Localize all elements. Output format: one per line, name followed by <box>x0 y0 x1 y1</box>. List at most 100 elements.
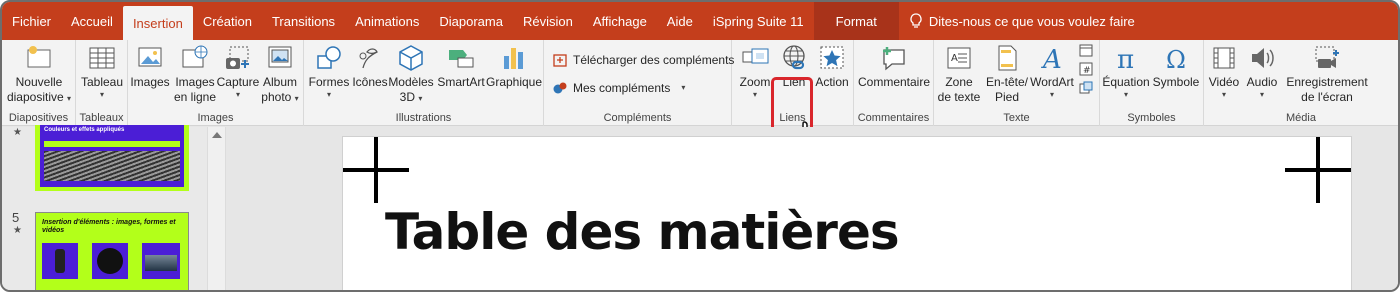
group-complements: Télécharger des compléments Mes compléme… <box>544 40 734 126</box>
shapes-icon <box>317 46 341 69</box>
icons-button[interactable]: Icônes <box>350 43 390 90</box>
group-texte: A Zone de texte En-tête/ Pied A WordArt … <box>934 40 1100 126</box>
tab-ispring[interactable]: iSpring Suite 11 <box>703 2 814 40</box>
text-box-icon: A <box>947 47 971 69</box>
tab-accueil[interactable]: Accueil <box>61 2 123 40</box>
slide-title[interactable]: Table des matières <box>385 203 900 261</box>
tab-affichage[interactable]: Affichage <box>583 2 657 40</box>
action-button[interactable]: Action <box>812 43 852 90</box>
tab-fichier[interactable]: Fichier <box>2 2 61 40</box>
speaker-icon <box>1252 48 1274 68</box>
screen-recording-label-1: Enregistrement <box>1286 75 1368 89</box>
header-footer-button[interactable]: En-tête/ Pied <box>982 43 1032 105</box>
tab-format[interactable]: Format <box>813 2 899 40</box>
group-label-symboles: Symboles <box>1127 112 1176 124</box>
current-slide[interactable]: Table des matières <box>342 136 1352 290</box>
group-label-media: Média <box>1286 112 1316 124</box>
thumbnail-scrollbar[interactable] <box>207 127 226 290</box>
header-footer-label-1: En-tête/ <box>985 75 1029 89</box>
svg-text:#: # <box>1083 66 1091 76</box>
tab-insertion[interactable]: Insertion <box>122 6 193 40</box>
capture-button[interactable]: Capture ▾ <box>216 43 260 100</box>
svg-text:A: A <box>951 53 958 64</box>
comment-icon <box>883 47 905 71</box>
chart-button[interactable]: Graphique <box>486 43 542 90</box>
equation-label: Équation <box>1102 75 1150 89</box>
my-addins-button[interactable]: Mes compléments ▾ <box>552 80 685 96</box>
object-icon[interactable] <box>1078 80 1094 96</box>
date-time-icon[interactable] <box>1078 42 1094 58</box>
omega-icon: Ω <box>1166 46 1186 72</box>
tab-diaporama[interactable]: Diaporama <box>429 2 513 40</box>
table-button[interactable]: Tableau ▾ <box>78 43 126 100</box>
tell-me-text: Dites-nous ce que vous voulez faire <box>928 13 1135 29</box>
screen-recording-icon <box>1315 46 1339 68</box>
addins-icon <box>553 82 567 94</box>
text-mini-tools: # <box>1078 42 1094 96</box>
zoom-button[interactable]: Zoom ▾ <box>734 43 776 100</box>
thumb-4-heading: Couleurs et effets appliqués <box>44 127 125 133</box>
smartart-button[interactable]: SmartArt <box>434 43 488 90</box>
comment-button[interactable]: Commentaire <box>856 43 932 90</box>
powerpoint-window: Fichier Accueil Insertion Création Trans… <box>0 0 1400 292</box>
screen-recording-button[interactable]: Enregistrement de l'écran <box>1282 43 1372 105</box>
wordart-label: WordArt <box>1030 75 1074 89</box>
tab-animations[interactable]: Animations <box>345 2 429 40</box>
group-label-images: Images <box>197 112 234 124</box>
photo-album-label-2: photo ▾ <box>261 90 299 104</box>
group-label-texte: Texte <box>1003 112 1030 124</box>
wordart-button[interactable]: A WordArt ▾ <box>1028 43 1076 100</box>
icons-label: Icônes <box>352 75 388 89</box>
tab-creation[interactable]: Création <box>193 2 262 40</box>
thumb-5-image-3 <box>142 243 180 279</box>
images-label: Images <box>130 75 170 89</box>
smartart-icon <box>449 50 474 68</box>
zoom-icon <box>742 48 769 64</box>
chart-icon <box>504 48 523 69</box>
group-symboles: π Équation ▾ Ω Symbole Symboles <box>1100 40 1204 126</box>
comment-label: Commentaire <box>857 75 931 89</box>
group-illustrations: Formes ▾ Icônes Modèles 3D ▾ SmartArt Gr… <box>304 40 544 126</box>
smartart-label: SmartArt <box>437 75 485 89</box>
online-images-button[interactable]: Images en ligne <box>172 43 218 105</box>
new-slide-label-2: diapositive ▾ <box>6 90 72 104</box>
slide-thumbnail-5[interactable]: Insertion d'éléments : images, formes et… <box>35 212 189 290</box>
thumb-4-background: Couleurs et effets appliqués <box>40 125 184 187</box>
audio-label: Audio <box>1246 75 1278 89</box>
tab-revision[interactable]: Révision <box>513 2 583 40</box>
thumb-5-image-1 <box>42 243 78 279</box>
3d-models-button[interactable]: Modèles 3D ▾ <box>388 43 434 105</box>
group-label-diapositives: Diapositives <box>8 112 69 124</box>
tell-me-box[interactable]: Dites-nous ce que vous voulez faire <box>899 2 1135 40</box>
symbol-label: Symbole <box>1152 75 1200 89</box>
shapes-button[interactable]: Formes ▾ <box>307 43 351 100</box>
text-box-button[interactable]: A Zone de texte <box>934 43 984 105</box>
corner-cross-right-icon <box>1285 137 1351 203</box>
online-picture-icon <box>182 45 208 68</box>
3d-models-label-2: 3D ▾ <box>399 90 423 104</box>
photo-album-icon <box>268 46 292 68</box>
new-slide-button[interactable]: Nouvelle diapositive ▾ <box>6 43 72 105</box>
3d-models-label-1: Modèles <box>388 75 434 89</box>
tab-transitions[interactable]: Transitions <box>262 2 345 40</box>
animation-star-icon: ★ <box>13 127 22 138</box>
images-button[interactable]: Images <box>128 43 172 90</box>
slide-thumbnail-4[interactable]: Couleurs et effets appliqués <box>35 125 189 191</box>
get-addins-button[interactable]: Télécharger des compléments <box>552 52 734 68</box>
ribbon-insertion: Nouvelle diapositive ▾ Diapositives Tabl… <box>2 40 1398 160</box>
group-label-commentaires: Commentaires <box>857 112 930 124</box>
symbol-button[interactable]: Ω Symbole <box>1150 43 1202 90</box>
scroll-up-arrow-icon[interactable] <box>212 132 222 138</box>
pi-icon: π <box>1117 45 1134 72</box>
slide-number-icon[interactable]: # <box>1078 61 1094 77</box>
photo-album-button[interactable]: Album photo ▾ <box>258 43 302 105</box>
video-button[interactable]: Vidéo ▾ <box>1204 43 1244 100</box>
ribbon-tab-bar: Fichier Accueil Insertion Création Trans… <box>2 2 1398 40</box>
zoom-label: Zoom <box>739 75 771 89</box>
tab-aide[interactable]: Aide <box>657 2 703 40</box>
thumb-5-image-2 <box>92 243 128 279</box>
equation-button[interactable]: π Équation ▾ <box>1100 43 1152 100</box>
globe-link-icon <box>783 45 805 70</box>
audio-button[interactable]: Audio ▾ <box>1242 43 1282 100</box>
group-images: Images Images en ligne Capture ▾ Album p… <box>128 40 304 126</box>
